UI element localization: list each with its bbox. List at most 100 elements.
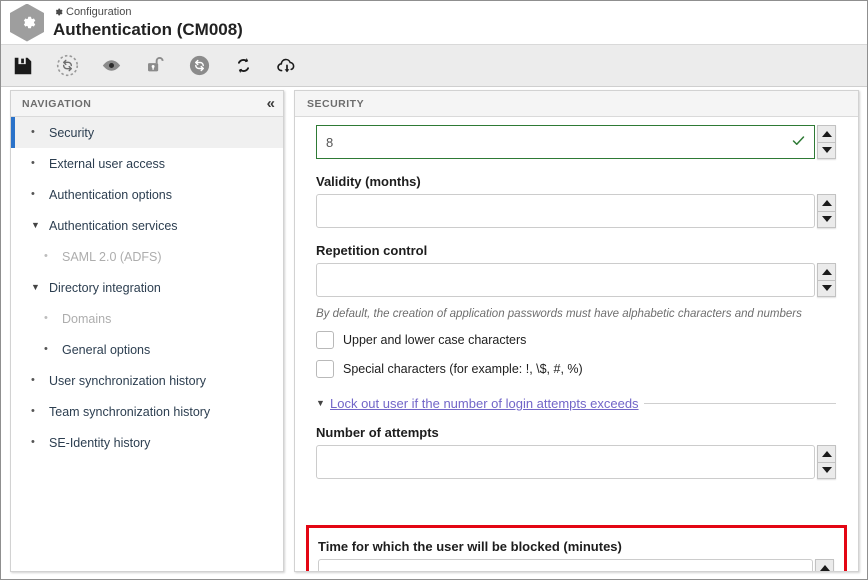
blocked-time-input[interactable]	[318, 559, 813, 571]
sidebar-item-se-identity-history[interactable]: • SE-Identity history	[11, 427, 283, 458]
arrow-up-icon	[821, 130, 832, 137]
sidebar-item-label: Authentication options	[49, 187, 173, 202]
sidebar-item-team-synchronization-history[interactable]: • Team synchronization history	[11, 396, 283, 427]
collapse-panel-icon[interactable]: «	[267, 96, 275, 111]
repetition-control-input[interactable]	[316, 263, 815, 297]
breadcrumb-label: Configuration	[66, 5, 132, 18]
sidebar-item-label: Directory integration	[49, 280, 161, 295]
spin-up-button[interactable]	[815, 559, 834, 571]
number-of-attempts-spinner	[316, 445, 836, 479]
bullet-icon: •	[44, 250, 48, 262]
navigation-panel: NAVIGATION « • Security • External user acc…	[10, 90, 284, 572]
sidebar-item-security[interactable]: • Security	[11, 117, 283, 148]
chevron-down-icon: ▼	[31, 220, 40, 230]
blocked-time-label: Time for which the user will be blocked …	[318, 539, 622, 554]
special-characters-label: Special characters (for example: !, \$, …	[343, 362, 583, 376]
application-window: Configuration Authentication (CM008) NAV…	[0, 0, 868, 580]
number-of-attempts-label: Number of attempts	[316, 425, 439, 440]
save-button[interactable]	[1, 46, 45, 86]
sidebar-item-directory-integration[interactable]: ▼ Directory integration	[11, 272, 283, 303]
bullet-icon: •	[44, 343, 48, 355]
refresh-button[interactable]	[221, 46, 265, 86]
refresh-arrows-icon	[237, 58, 249, 73]
lockout-section-header: ▼ Lock out user if the number of login a…	[316, 396, 836, 411]
hexagon-gear-icon	[10, 3, 44, 42]
number-of-attempts-spin-buttons	[817, 445, 836, 479]
floppy-disk-icon	[14, 57, 32, 74]
sidebar-item-user-synchronization-history[interactable]: • User synchronization history	[11, 365, 283, 396]
chevron-down-icon[interactable]: ▼	[316, 399, 328, 408]
number-of-attempts-input[interactable]	[316, 445, 815, 479]
spin-up-button[interactable]	[817, 125, 836, 142]
breadcrumb: Configuration	[53, 6, 243, 19]
sidebar-item-authentication-options[interactable]: • Authentication options	[11, 179, 283, 210]
sidebar-item-label: Security	[49, 125, 95, 140]
navigation-header: NAVIGATION «	[11, 91, 283, 117]
arrow-up-icon	[821, 268, 832, 275]
validity-field-group: Validity (months)	[316, 174, 836, 228]
gear-glyph	[23, 16, 35, 29]
sidebar-item-external-user-access[interactable]: • External user access	[11, 148, 283, 179]
repetition-control-spin-buttons	[817, 263, 836, 297]
section-divider	[643, 403, 836, 404]
arrow-up-icon	[821, 450, 832, 457]
bullet-icon: •	[31, 374, 35, 386]
spin-down-button[interactable]	[817, 461, 836, 479]
blocked-time-spinner	[318, 559, 834, 571]
spin-up-button[interactable]	[817, 194, 836, 211]
title-block: Configuration Authentication (CM008)	[53, 6, 243, 40]
sidebar-item-domains[interactable]: • Domains	[11, 303, 283, 334]
download-button[interactable]	[265, 46, 309, 86]
security-form: 8 Validity (months) Repetition control B…	[295, 125, 858, 571]
gear-icon	[55, 8, 63, 16]
minimum-length-value: 8	[326, 134, 334, 150]
blocked-time-highlight: Time for which the user will be blocked …	[306, 525, 847, 571]
spin-down-button[interactable]	[817, 210, 836, 228]
repetition-control-field-group: Repetition control	[316, 243, 836, 297]
upper-lower-case-checkbox[interactable]	[316, 331, 334, 349]
special-characters-checkbox[interactable]	[316, 360, 334, 378]
sidebar-item-authentication-services[interactable]: ▼ Authentication services	[11, 210, 283, 241]
spin-down-button[interactable]	[817, 141, 836, 159]
sidebar-item-label: SE-Identity history	[49, 435, 151, 450]
minimum-length-spinner: 8	[316, 125, 836, 159]
repetition-control-label: Repetition control	[316, 243, 428, 258]
view-button[interactable]	[89, 46, 133, 86]
arrow-up-icon	[821, 199, 832, 206]
spin-up-button[interactable]	[817, 263, 836, 280]
cloud-download-icon	[277, 58, 295, 72]
revert-button[interactable]	[45, 46, 89, 86]
app-logo	[10, 3, 44, 42]
bullet-icon: •	[31, 157, 35, 169]
validity-input[interactable]	[316, 194, 815, 228]
upper-lower-case-label: Upper and lower case characters	[343, 333, 527, 347]
lockout-section-link[interactable]: Lock out user if the number of login att…	[330, 396, 639, 411]
spin-down-button[interactable]	[817, 279, 836, 297]
sidebar-item-general-options[interactable]: • General options	[11, 334, 283, 365]
validity-spinner	[316, 194, 836, 228]
chevron-down-icon: ▼	[31, 282, 40, 292]
minimum-length-input[interactable]: 8	[316, 125, 815, 159]
arrow-down-icon	[821, 285, 832, 292]
repetition-control-spinner	[316, 263, 836, 297]
special-characters-checkbox-row[interactable]: Special characters (for example: !, \$, …	[316, 360, 836, 378]
open-padlock-icon	[147, 57, 164, 72]
bullet-icon: •	[31, 126, 35, 138]
navigation-list: • Security • External user access • Authentic…	[11, 117, 283, 458]
sidebar-item-label: Authentication services	[49, 218, 178, 233]
arrow-down-icon	[821, 216, 832, 223]
sidebar-item-label: General options	[62, 342, 151, 357]
security-panel-title: SECURITY	[307, 97, 365, 110]
eye-icon	[102, 60, 120, 71]
blocked-time-spin-buttons	[815, 559, 834, 571]
password-rules-hint: By default, the creation of application …	[316, 308, 802, 320]
spin-up-button[interactable]	[817, 445, 836, 462]
bullet-icon: •	[44, 312, 48, 324]
upper-lower-case-checkbox-row[interactable]: Upper and lower case characters	[316, 331, 836, 349]
unlock-button[interactable]	[133, 46, 177, 86]
sync-button[interactable]	[177, 46, 221, 86]
sidebar-item-label: Team synchronization history	[49, 404, 211, 419]
sidebar-item-saml-2-0-adfs[interactable]: • SAML 2.0 (ADFS)	[11, 241, 283, 272]
bullet-icon: •	[31, 436, 35, 448]
arrow-down-icon	[821, 147, 832, 154]
